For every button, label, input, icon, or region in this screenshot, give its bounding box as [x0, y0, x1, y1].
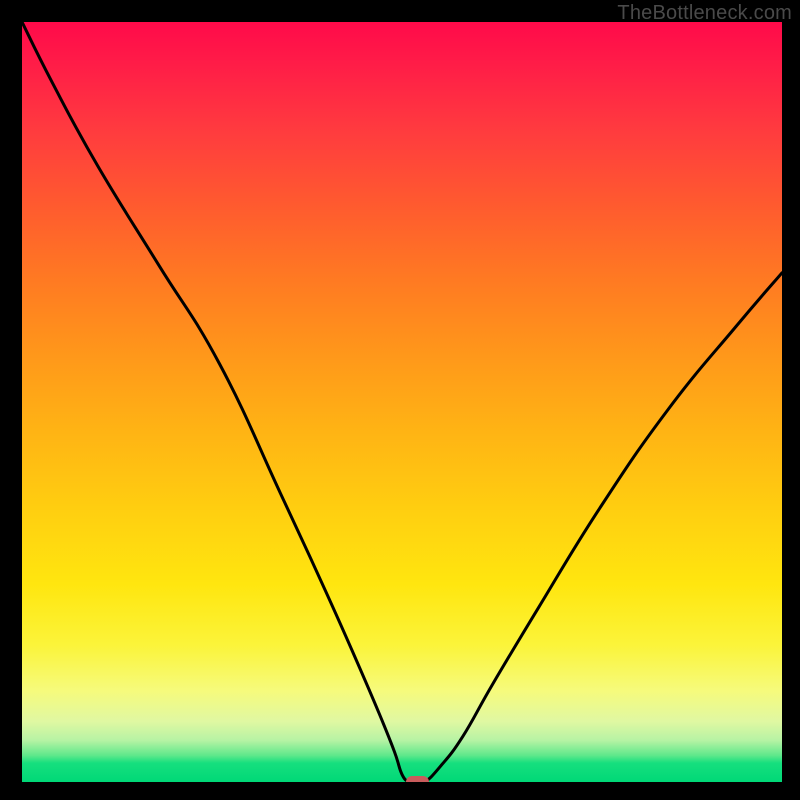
watermark-text: TheBottleneck.com	[617, 2, 792, 25]
bottleneck-curve	[22, 22, 782, 782]
chart-stage: TheBottleneck.com	[0, 0, 800, 800]
min-marker	[406, 776, 429, 782]
plot-area	[22, 22, 782, 782]
